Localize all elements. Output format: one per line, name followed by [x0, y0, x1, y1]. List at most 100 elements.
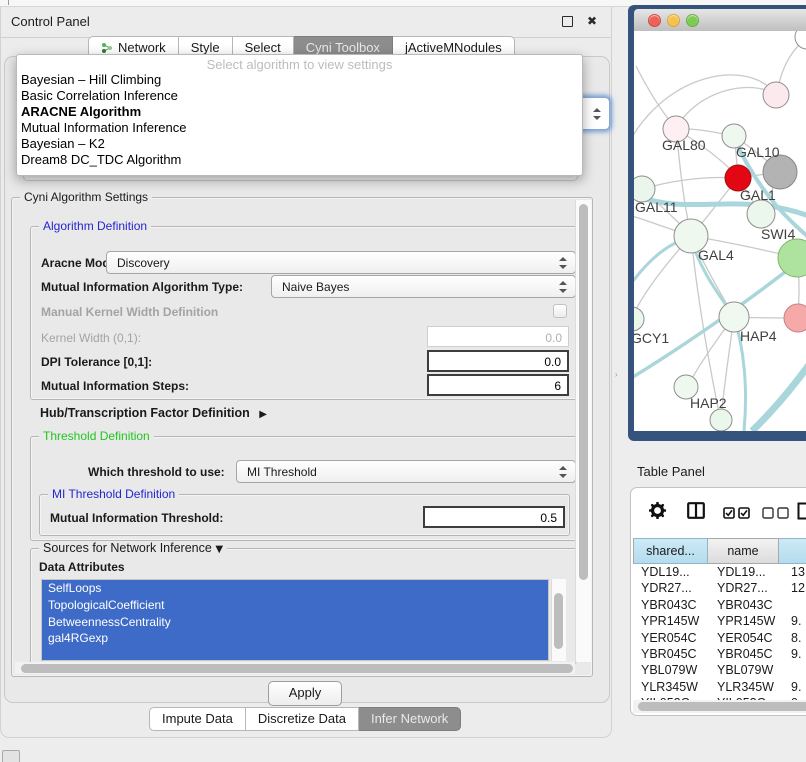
dropdown-option[interactable]: Bayesian – Hill Climbing [21, 72, 161, 87]
cell[interactable]: YLR345W [717, 679, 774, 695]
cell[interactable]: YDL19... [641, 564, 690, 580]
checked-columns-icon[interactable] [723, 507, 751, 519]
network-graph: GAL GAL80 GAL10 GAL1 GAL11 SWI4 GAL4 GCY… [634, 31, 806, 431]
kernel-width-field[interactable] [427, 326, 569, 347]
cell[interactable]: 9. [791, 646, 801, 662]
list-item-partial[interactable] [42, 647, 548, 661]
which-threshold-label: Which threshold to use: [88, 465, 225, 479]
mi-algorithm-type-combobox[interactable]: Naive Bayes [271, 275, 576, 298]
split-columns-icon[interactable] [687, 502, 705, 519]
list-scrollbar-thumb[interactable] [554, 593, 563, 649]
cell[interactable]: YDR27... [641, 580, 692, 596]
list-scrollbar[interactable] [551, 579, 566, 661]
table-panel-title: Table Panel [637, 464, 705, 479]
cell[interactable]: YBL079W [641, 662, 697, 678]
column-header-name[interactable]: name [708, 538, 779, 564]
table-row[interactable]: YDR27... YDR27... 12 [633, 580, 806, 596]
dropdown-option[interactable]: Mutual Information Inference [21, 120, 186, 135]
cell[interactable]: YER054C [717, 630, 773, 646]
new-table-icon[interactable] [797, 502, 806, 520]
table-row[interactable]: YLR345W YLR345W 9. [633, 679, 806, 695]
column-header-shared-name[interactable]: shared... [633, 538, 708, 564]
close-icon[interactable]: ✖ [587, 14, 597, 28]
cell[interactable]: YBR043C [641, 597, 697, 613]
panel-resize-grip[interactable]: › [615, 370, 619, 379]
node-gray[interactable] [763, 155, 797, 189]
minimize-traffic-light[interactable] [667, 14, 680, 27]
which-threshold-combobox[interactable]: MI Threshold [236, 460, 576, 483]
node-salmon[interactable] [784, 304, 806, 332]
network-view-window[interactable]: GAL GAL80 GAL10 GAL1 GAL11 SWI4 GAL4 GCY… [628, 5, 806, 441]
cell[interactable]: YBR045C [717, 646, 773, 662]
close-traffic-light[interactable] [648, 14, 661, 27]
dropdown-option[interactable]: Bayesian – K2 [21, 136, 105, 151]
cyni-algorithm-settings-group: Cyni Algorithm Settings Algorithm Defini… [11, 197, 593, 677]
mi-steps-field[interactable] [427, 374, 569, 396]
table-horizontal-scrollbar[interactable] [633, 700, 806, 713]
float-window-icon[interactable] [562, 16, 573, 27]
cell[interactable]: 8. [791, 630, 801, 646]
cell[interactable]: YBR045C [641, 646, 697, 662]
node-label: GAL4 [698, 247, 734, 263]
table-row[interactable]: YER054C YER054C 8. [633, 630, 806, 646]
apply-button[interactable]: Apply [268, 681, 342, 706]
network-canvas[interactable]: GAL GAL80 GAL10 GAL1 GAL11 SWI4 GAL4 GCY… [634, 31, 806, 431]
node-label: GCY1 [634, 330, 669, 346]
tab-discretize-data[interactable]: Discretize Data [246, 707, 359, 731]
table-row[interactable]: YBR043C YBR043C [633, 597, 806, 613]
manual-kernel-width-checkbox[interactable] [553, 304, 567, 318]
cell[interactable]: YLR345W [641, 679, 698, 695]
list-item[interactable]: TopologicalCoefficient [42, 597, 548, 614]
settings-horizontal-scrollbar-thumb[interactable] [21, 664, 573, 673]
hub-definition-label: Hub/Transcription Factor Definition [40, 406, 250, 420]
sources-title-label: Sources for Network Inference [43, 541, 212, 555]
node-partial-bottom[interactable] [710, 409, 732, 431]
settings-vertical-scrollbar-thumb[interactable] [579, 204, 588, 580]
cell[interactable]: 13 [791, 564, 805, 580]
cell[interactable]: YBR043C [717, 597, 773, 613]
cell[interactable]: YER054C [641, 630, 697, 646]
node-gcy1[interactable] [634, 307, 644, 331]
node-green-bright[interactable] [778, 239, 806, 277]
collapse-down-icon: ▼ [215, 544, 223, 555]
network-window-titlebar[interactable] [634, 9, 806, 32]
cell[interactable]: YPR145W [641, 613, 699, 629]
mi-threshold-field[interactable] [423, 506, 565, 528]
cell[interactable]: YBL079W [717, 662, 773, 678]
zoom-traffic-light[interactable] [686, 14, 699, 27]
tab-infer-network[interactable]: Infer Network [359, 707, 461, 731]
table-row[interactable]: YPR145W YPR145W 9. [633, 613, 806, 629]
node-gal7[interactable] [763, 82, 789, 108]
column-header-partial[interactable] [779, 538, 806, 564]
hub-definition-expander[interactable]: Hub/Transcription Factor Definition ▶ [40, 406, 267, 420]
cell[interactable]: YPR145W [717, 613, 775, 629]
settings-vertical-scrollbar[interactable] [575, 200, 591, 662]
cell[interactable]: YDR27... [717, 580, 768, 596]
dropdown-option[interactable]: Dream8 DC_TDC Algorithm [21, 152, 181, 167]
settings-gear-icon[interactable] [649, 502, 666, 519]
node-partial-top[interactable] [795, 31, 806, 49]
aracne-mode-combobox[interactable]: Discovery [106, 251, 576, 274]
collapsed-panel-button[interactable] [2, 750, 20, 762]
tab-label: Cyni Toolbox [306, 40, 380, 55]
tab-impute-data[interactable]: Impute Data [149, 707, 246, 731]
node-swi4[interactable] [747, 200, 775, 228]
table-horizontal-scrollbar-thumb[interactable] [638, 702, 806, 711]
sources-group-title[interactable]: Sources for Network Inference ▼ [39, 541, 227, 555]
cell[interactable]: 9. [791, 613, 801, 629]
dropdown-option-highlighted[interactable]: ARACNE Algorithm [21, 104, 141, 119]
cell[interactable]: 9. [791, 679, 801, 695]
table-row[interactable]: YBL079W YBL079W [633, 662, 806, 678]
settings-horizontal-scrollbar[interactable] [15, 662, 575, 674]
list-item[interactable]: SelfLoops [42, 580, 548, 597]
table-row[interactable]: YDL19... YDL19... 13 [633, 564, 806, 580]
cell[interactable]: YDL19... [717, 564, 766, 580]
list-item[interactable]: BetweennessCentrality [42, 614, 548, 631]
tab-label: Network [118, 40, 166, 55]
list-item[interactable]: gal4RGexp [42, 630, 548, 647]
dpi-tolerance-field[interactable] [427, 350, 569, 372]
dropdown-option[interactable]: Basic Correlation Inference [21, 88, 178, 103]
table-row[interactable]: YBR045C YBR045C 9. [633, 646, 806, 662]
cell[interactable]: 12 [791, 580, 805, 596]
unchecked-columns-icon[interactable] [762, 507, 790, 519]
